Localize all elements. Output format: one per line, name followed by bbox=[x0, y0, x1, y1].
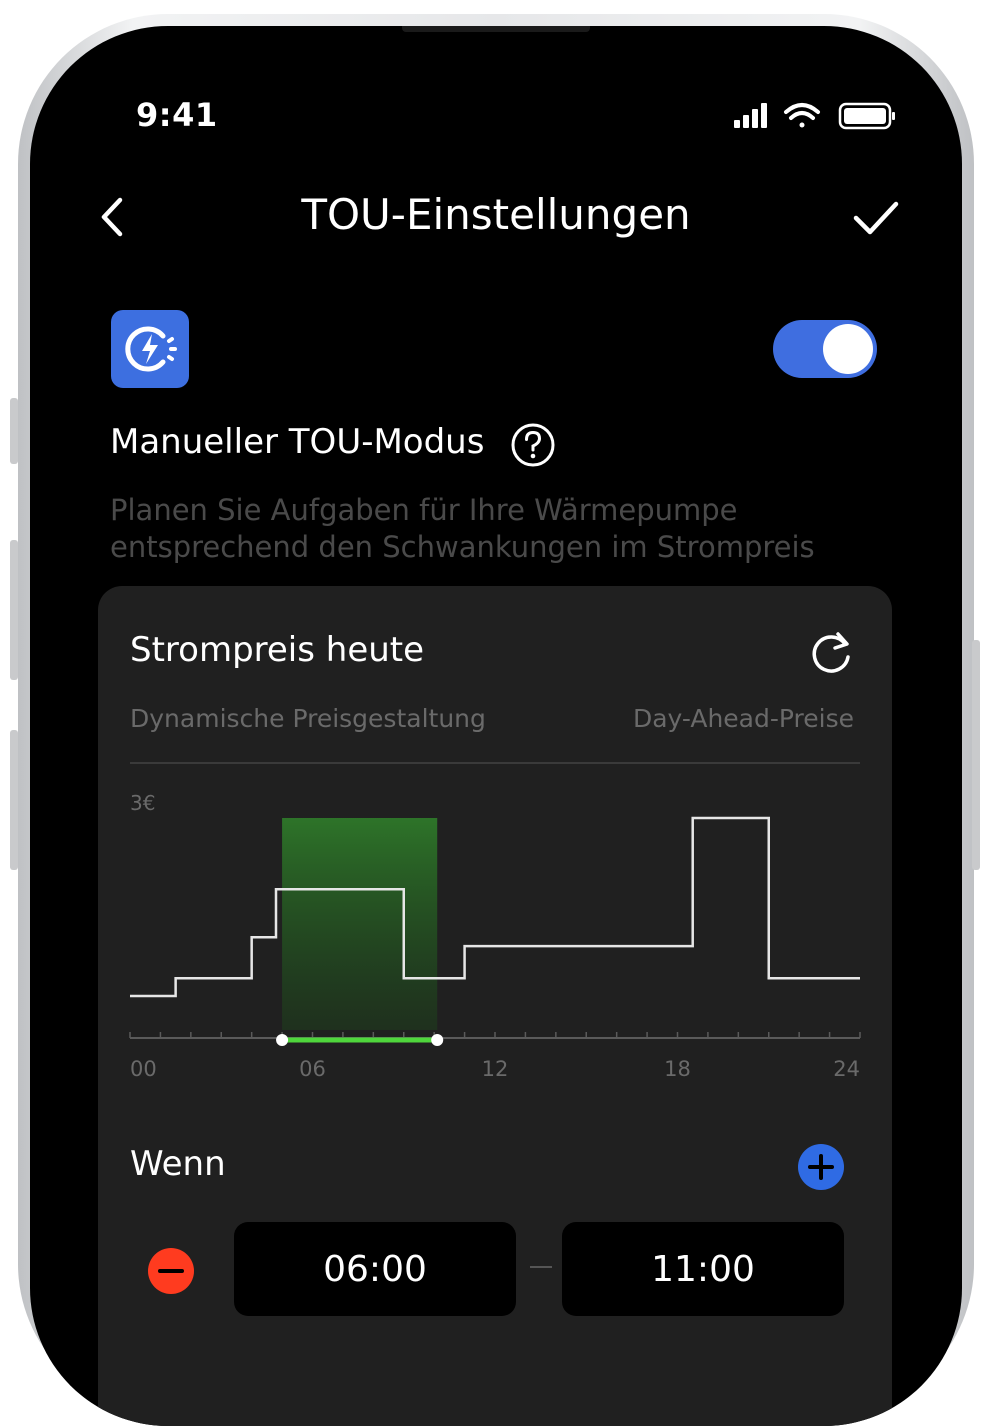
price-source-label: Day-Ahead-Preise bbox=[632, 704, 854, 733]
x-tick-label: 24 bbox=[833, 1057, 860, 1081]
power-button bbox=[972, 640, 980, 870]
refresh-icon[interactable] bbox=[808, 630, 854, 676]
signal-icon bbox=[734, 103, 767, 128]
minus-icon bbox=[158, 1269, 184, 1273]
volume-up-button bbox=[10, 540, 18, 680]
price-card-title: Strompreis heute bbox=[130, 630, 425, 670]
battery-icon bbox=[838, 102, 895, 130]
confirm-check-icon[interactable] bbox=[848, 192, 904, 242]
selection-end-handle[interactable] bbox=[431, 1034, 444, 1046]
selection-start-handle[interactable] bbox=[276, 1034, 289, 1046]
status-time: 9:41 bbox=[136, 96, 218, 134]
x-tick-label: 06 bbox=[299, 1057, 326, 1081]
add-schedule-button[interactable] bbox=[798, 1144, 844, 1190]
mode-description: Planen Sie Aufgaben für Ihre Wärmepumpe … bbox=[110, 493, 815, 564]
time-range-dash bbox=[530, 1266, 552, 1268]
y-axis-label: 3€ bbox=[130, 791, 155, 815]
plus-icon bbox=[808, 1154, 834, 1180]
x-tick-label: 12 bbox=[482, 1057, 509, 1081]
card-divider bbox=[130, 762, 860, 764]
page-title: TOU-Einstellungen bbox=[301, 190, 691, 239]
price-series-line bbox=[130, 816, 860, 998]
schedule-label: Wenn bbox=[130, 1144, 226, 1184]
x-tick-label: 18 bbox=[664, 1057, 691, 1081]
tou-mode-icon bbox=[111, 310, 189, 388]
tou-mode-toggle[interactable] bbox=[773, 320, 877, 378]
price-chart: 3€ 00 06 12 18 24 bbox=[129, 791, 861, 1081]
price-card: Strompreis heute Dynamische Preisgestalt… bbox=[98, 586, 892, 1426]
remove-schedule-button[interactable] bbox=[148, 1248, 194, 1294]
start-time-field[interactable]: 06:00 bbox=[234, 1222, 516, 1316]
status-icons bbox=[734, 102, 895, 130]
pricing-type-label: Dynamische Preisgestaltung bbox=[130, 704, 486, 733]
mode-title: Manueller TOU-Modus bbox=[110, 422, 485, 462]
x-tick-label: 00 bbox=[130, 1057, 157, 1081]
x-axis-tick-labels: 00 06 12 18 24 bbox=[130, 1057, 860, 1081]
help-question-icon[interactable] bbox=[510, 422, 556, 468]
mute-switch bbox=[10, 398, 18, 464]
volume-down-button bbox=[10, 730, 18, 870]
notch bbox=[402, 26, 590, 32]
phone-screen: 9:41 TOU-Einstellungen Manueller TOU-Mod… bbox=[30, 26, 962, 1426]
end-time-field[interactable]: 11:00 bbox=[562, 1222, 844, 1316]
toggle-knob bbox=[823, 324, 873, 374]
selected-time-range bbox=[282, 818, 438, 1030]
wifi-icon bbox=[784, 103, 820, 128]
